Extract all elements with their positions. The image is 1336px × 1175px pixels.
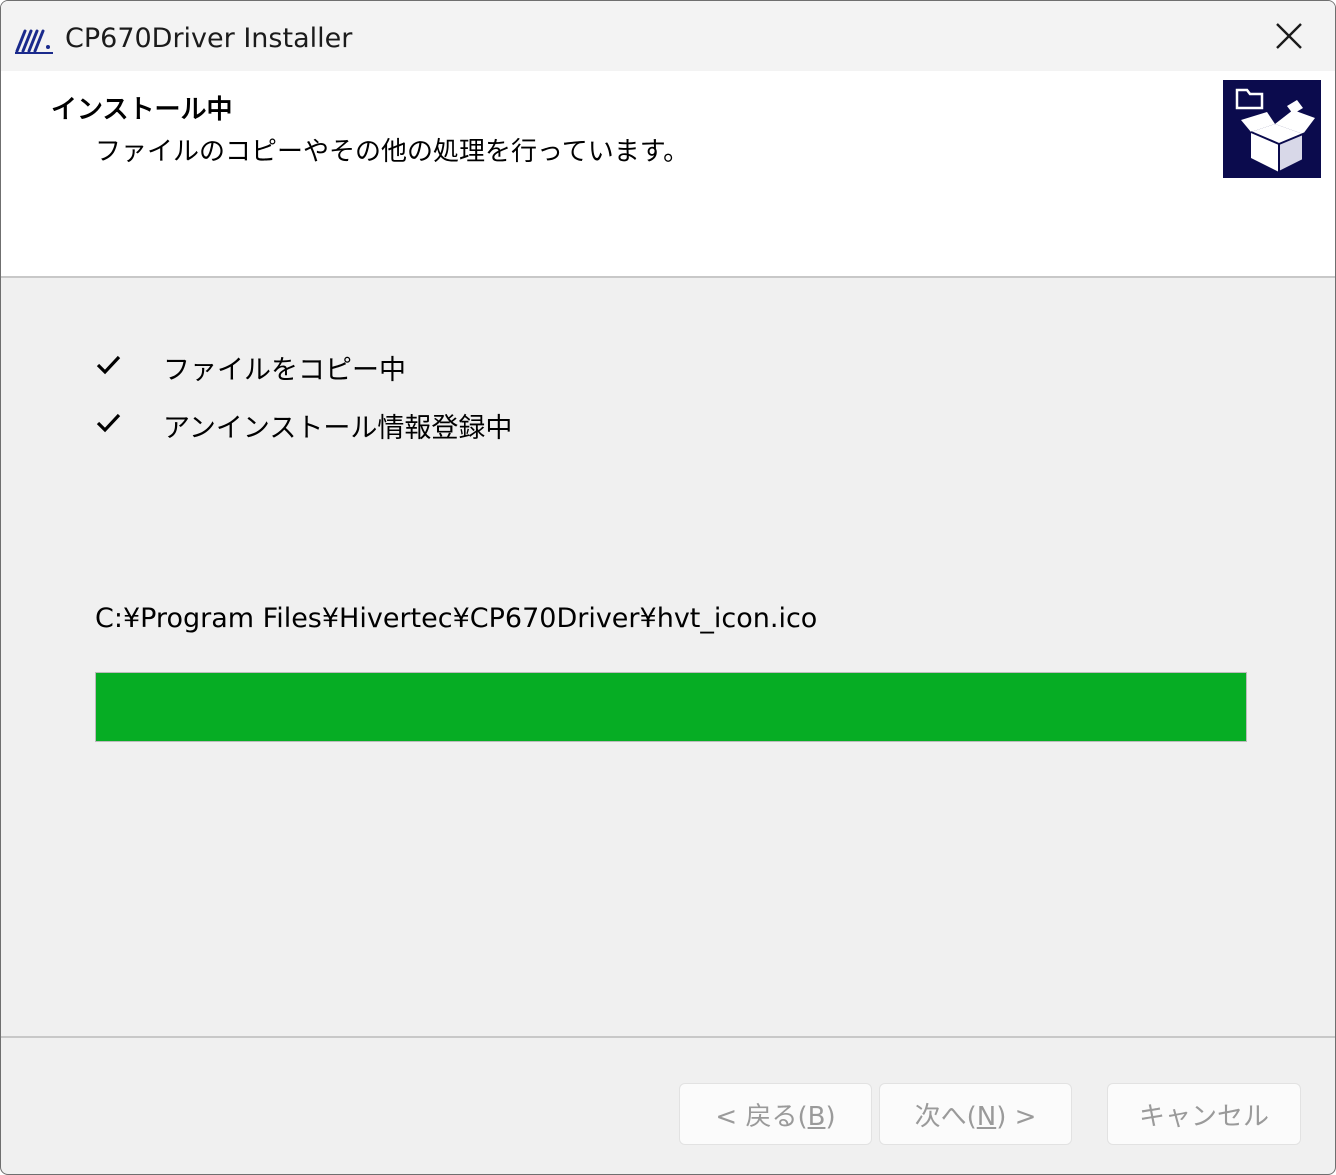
installer-window: CP670Driver Installer インストール中 ファイルのコピーやそ… bbox=[0, 0, 1336, 1175]
header-panel: インストール中 ファイルのコピーやその他の処理を行っています。 bbox=[1, 71, 1335, 276]
package-icon bbox=[1223, 80, 1321, 178]
close-icon bbox=[1276, 23, 1302, 49]
progress-fill bbox=[96, 673, 1246, 741]
app-logo-icon bbox=[15, 29, 53, 54]
step-label: アンインストール情報登録中 bbox=[163, 413, 513, 444]
cancel-button[interactable]: キャンセル bbox=[1107, 1083, 1301, 1145]
next-button[interactable]: 次へ(N) > bbox=[879, 1083, 1072, 1145]
checkmark-icon bbox=[96, 355, 121, 375]
back-button[interactable]: < 戻る(B) bbox=[679, 1083, 872, 1145]
page-subtitle: ファイルのコピーやその他の処理を行っています。 bbox=[95, 137, 690, 167]
next-button-label: 次へ(N) > bbox=[914, 1101, 1037, 1132]
cancel-button-label: キャンセル bbox=[1138, 1101, 1269, 1132]
window-title: CP670Driver Installer bbox=[65, 23, 353, 54]
current-file-path: C:¥Program Files¥Hivertec¥CP670Driver¥hv… bbox=[95, 603, 818, 634]
back-button-label: < 戻る(B) bbox=[715, 1101, 836, 1132]
checkmark-icon bbox=[96, 413, 121, 433]
close-button[interactable] bbox=[1243, 1, 1335, 71]
progress-bar bbox=[95, 672, 1247, 742]
header-divider bbox=[1, 276, 1335, 278]
footer-divider bbox=[1, 1036, 1335, 1038]
step-label: ファイルをコピー中 bbox=[163, 355, 406, 386]
page-title: インストール中 bbox=[51, 95, 233, 125]
title-bar[interactable]: CP670Driver Installer bbox=[1, 1, 1335, 71]
